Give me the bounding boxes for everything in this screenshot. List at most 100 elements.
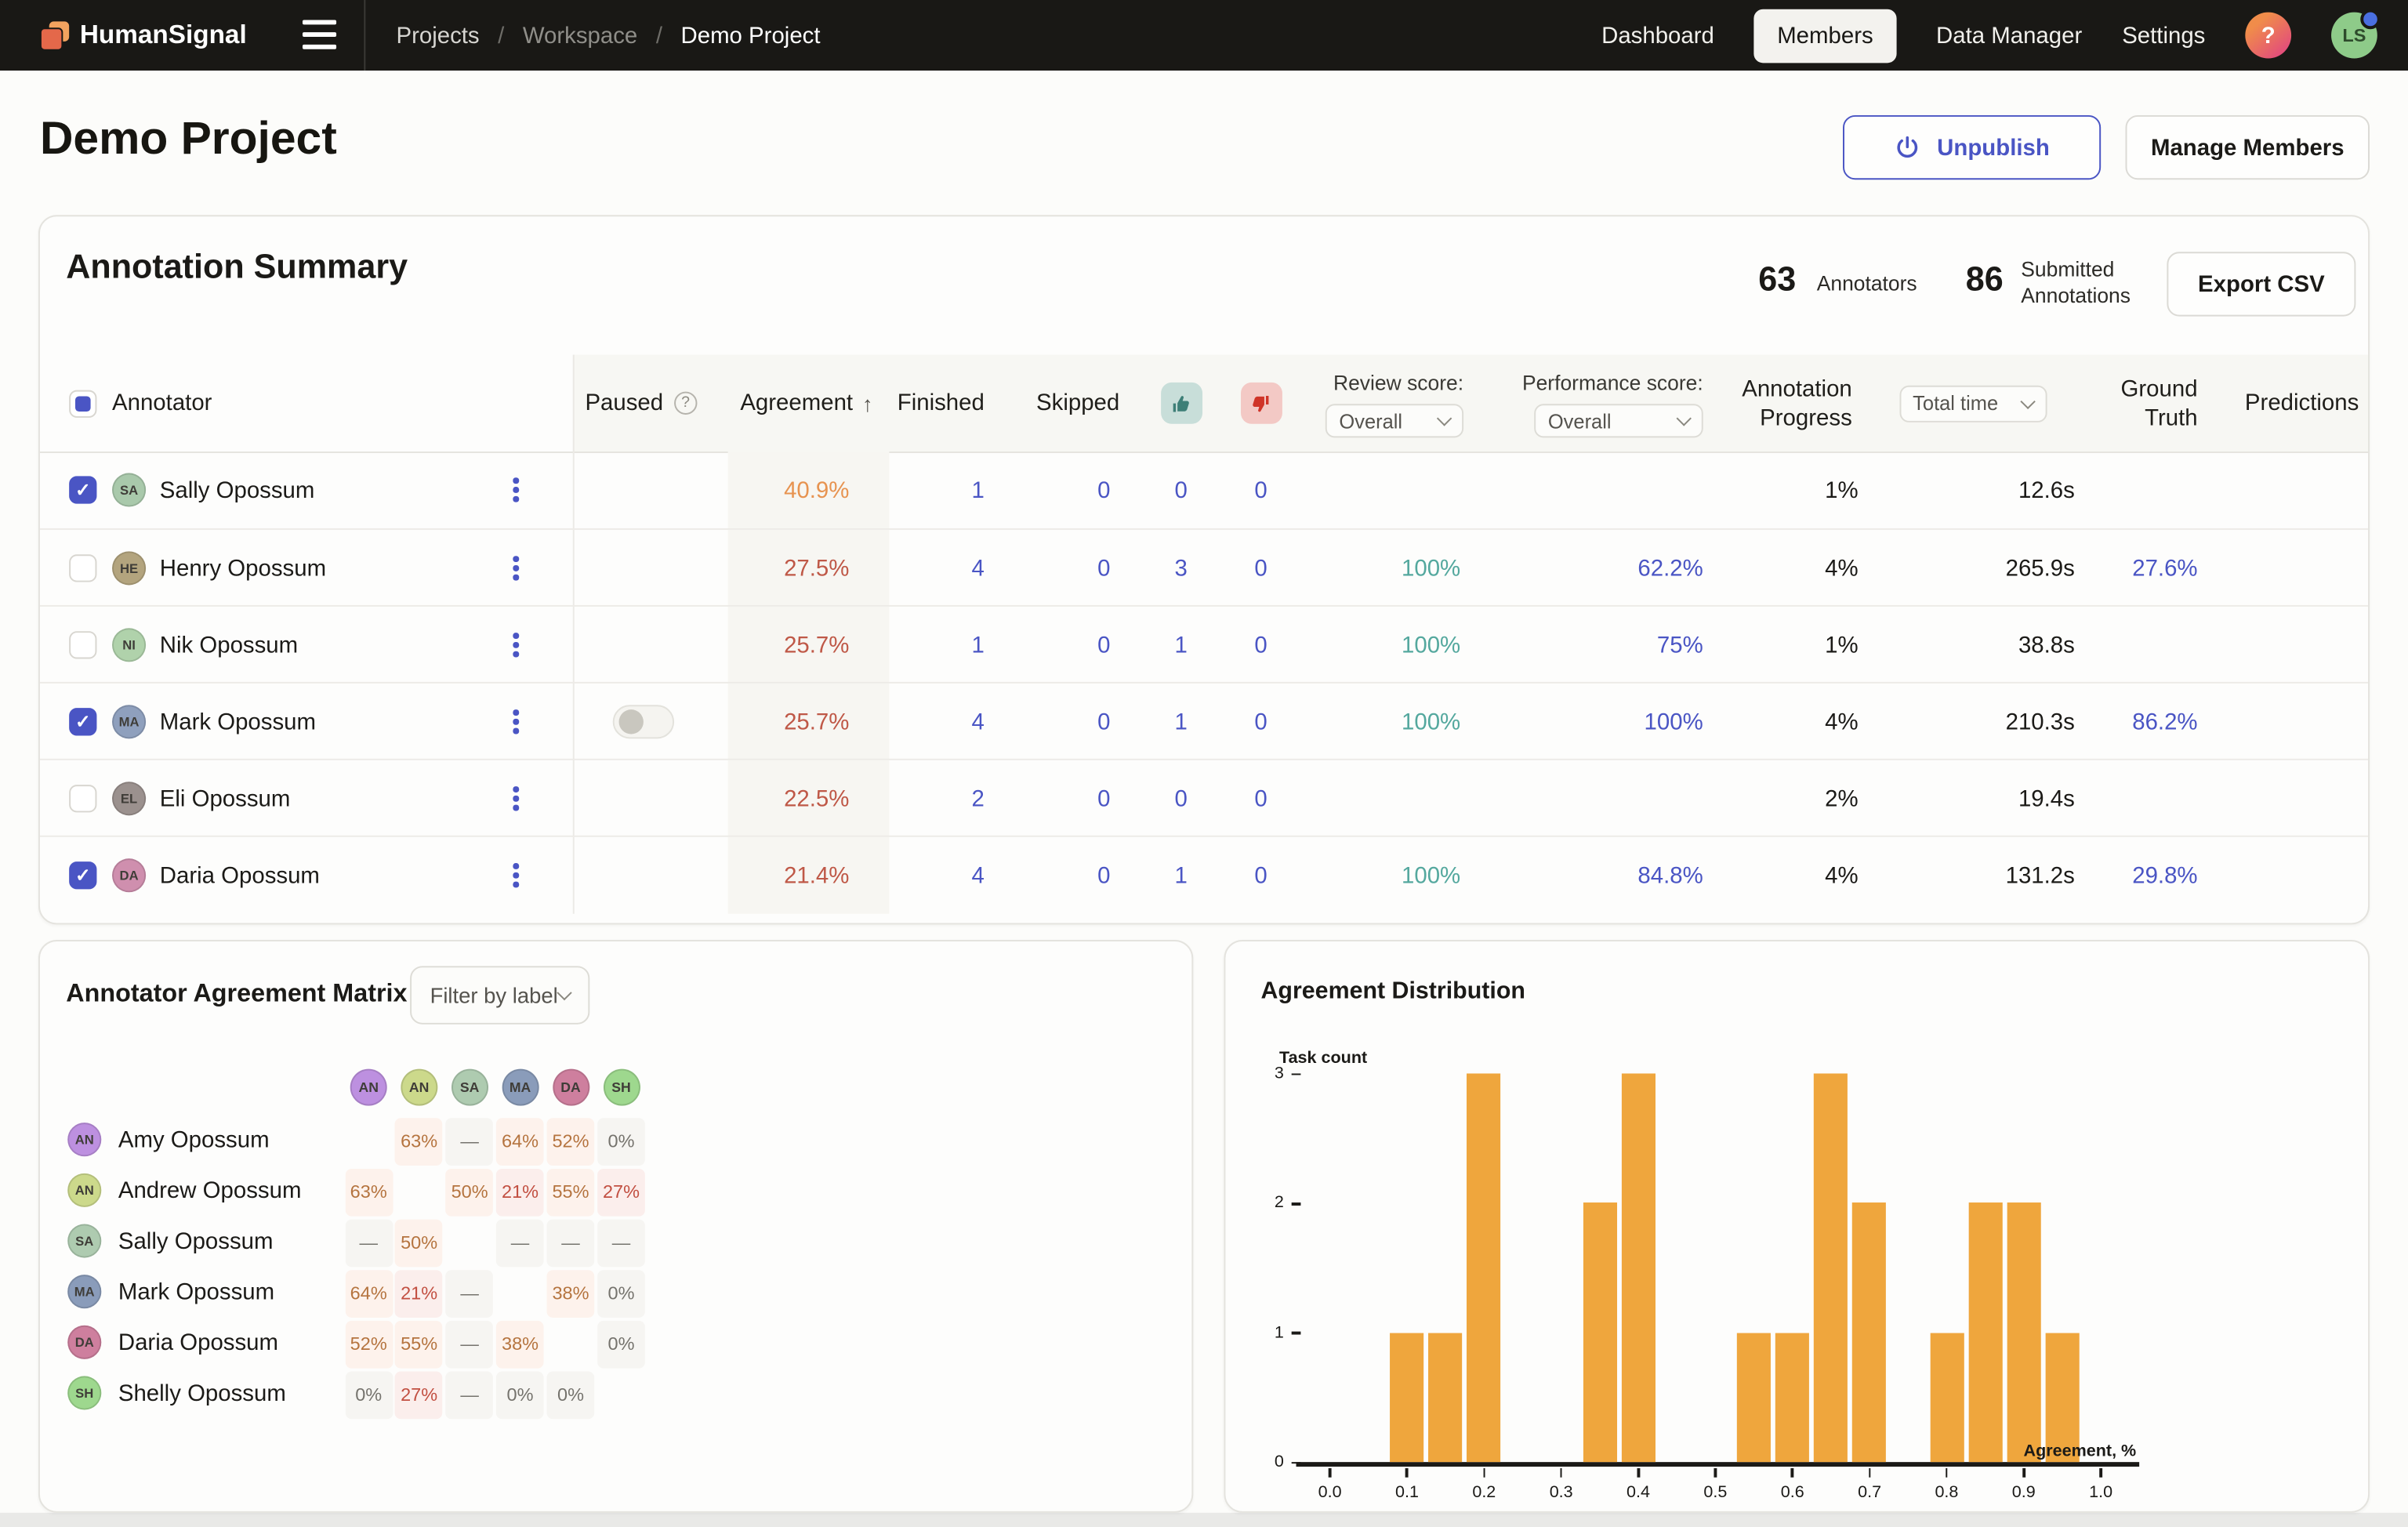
skipped-cell: 0	[1015, 607, 1141, 684]
rejected-column-thumbs-down-icon[interactable]	[1240, 383, 1282, 424]
paused-toggle[interactable]	[613, 705, 674, 738]
row-checkbox[interactable]	[69, 554, 96, 582]
paused-cell	[573, 607, 728, 684]
nav-item-members[interactable]: Members	[1754, 9, 1896, 63]
row-checkbox[interactable]: ✓	[69, 708, 96, 735]
matrix-column-avatar: AN	[350, 1069, 387, 1106]
matrix-cell: 0%	[345, 1371, 393, 1419]
x-tick-label: 0.3	[1531, 1484, 1592, 1503]
row-menu-kebab-icon[interactable]	[506, 550, 527, 586]
histogram-bar	[1622, 1074, 1656, 1462]
column-paused[interactable]: Paused ?	[585, 355, 697, 452]
row-checkbox[interactable]	[69, 785, 96, 812]
row-menu-kebab-icon[interactable]	[506, 703, 527, 740]
matrix-row-name: Amy Opossum	[118, 1126, 270, 1152]
agreement-cell: 25.7%	[728, 684, 890, 760]
column-finished[interactable]: Finished	[889, 355, 1015, 452]
rejected-cell: 0	[1221, 607, 1301, 684]
x-tick	[2022, 1468, 2025, 1478]
row-menu-kebab-icon[interactable]	[506, 780, 527, 817]
matrix-cell: 55%	[547, 1168, 595, 1216]
annotation-summary-card: Annotation Summary 63 Annotators 86 Subm…	[38, 215, 2370, 924]
paused-help-icon[interactable]: ?	[674, 392, 697, 415]
select-all-checkbox[interactable]	[69, 390, 96, 417]
filter-by-label-dropdown[interactable]: Filter by label	[410, 966, 589, 1024]
x-tick	[1406, 1468, 1409, 1478]
accepted-cell: 1	[1141, 607, 1221, 684]
matrix-cell: 63%	[395, 1117, 443, 1165]
matrix-cell: 0%	[597, 1117, 645, 1165]
row-menu-kebab-icon[interactable]	[506, 857, 527, 894]
review-score-dropdown[interactable]: Overall	[1325, 404, 1463, 437]
row-menu-kebab-icon[interactable]	[506, 626, 527, 663]
brand[interactable]: HumanSignal	[40, 0, 247, 71]
column-performance-score: Performance score: Overall	[1479, 355, 1719, 452]
skipped-cell: 0	[1015, 452, 1141, 528]
column-agreement[interactable]: Agreement ↑	[740, 355, 872, 452]
nav-divider	[364, 0, 365, 71]
histogram-bar	[1467, 1074, 1501, 1462]
y-tick	[1292, 1461, 1301, 1464]
power-icon	[1894, 133, 1921, 161]
agreement-cell: 40.9%	[728, 452, 890, 528]
breadcrumb-projects[interactable]: Projects	[396, 22, 479, 48]
histogram-bar	[1814, 1074, 1848, 1462]
ground-truth-cell: 27.6%	[2078, 530, 2204, 607]
matrix-cell: 52%	[345, 1320, 393, 1368]
matrix-cell: —	[547, 1219, 595, 1267]
row-checkbox[interactable]	[69, 631, 96, 658]
matrix-row-avatar: SA	[67, 1224, 101, 1257]
matrix-column-avatar: SH	[603, 1069, 640, 1106]
skipped-cell: 0	[1015, 530, 1141, 607]
total-time-cell: 265.9s	[1867, 530, 2077, 607]
column-ground-truth[interactable]: Ground Truth	[2078, 355, 2204, 452]
ground-truth-cell: 29.8%	[2078, 837, 2204, 914]
hamburger-menu-icon[interactable]	[303, 20, 336, 49]
avatar: MA	[112, 705, 146, 738]
annotator-cell: ELEli Opossum	[40, 760, 573, 837]
review-score-cell	[1300, 452, 1478, 528]
annotator-name: Nik Opossum	[160, 632, 298, 658]
performance-score-cell: 100%	[1479, 684, 1719, 760]
review-score-cell: 100%	[1300, 607, 1478, 684]
column-annotation-progress[interactable]: Annotation Progress	[1718, 355, 1867, 452]
manage-members-button[interactable]: Manage Members	[2126, 115, 2370, 180]
review-score-cell: 100%	[1300, 837, 1478, 914]
predictions-cell	[2203, 760, 2370, 837]
progress-cell: 4%	[1718, 684, 1867, 760]
y-tick-label: 3	[1225, 1065, 1283, 1083]
x-tick-label: 0.1	[1376, 1484, 1438, 1503]
user-avatar[interactable]: LS	[2331, 13, 2377, 59]
help-icon[interactable]: ?	[2245, 13, 2291, 59]
x-tick-label: 0.9	[1993, 1484, 2054, 1503]
matrix-column-avatar: MA	[502, 1069, 539, 1106]
annotators-label: Annotators	[1817, 270, 1917, 296]
select-all-checkbox-cell: Annotator	[69, 355, 212, 452]
accepted-column-thumbs-up-icon[interactable]	[1160, 383, 1202, 424]
annotator-cell: HEHenry Opossum	[40, 530, 573, 607]
nav-item-settings[interactable]: Settings	[2122, 22, 2205, 48]
histogram-bar	[1968, 1203, 2002, 1462]
total-time-dropdown[interactable]: Total time	[1899, 385, 2047, 422]
column-predictions[interactable]: Predictions	[2203, 355, 2370, 452]
row-checkbox[interactable]: ✓	[69, 476, 96, 503]
breadcrumb-workspace[interactable]: Workspace	[523, 22, 637, 48]
performance-score-dropdown[interactable]: Overall	[1534, 404, 1703, 437]
finished-cell: 4	[889, 530, 1015, 607]
matrix-row-name: Shelly Opossum	[118, 1380, 286, 1405]
unpublish-button[interactable]: Unpublish	[1843, 115, 2101, 180]
submitted-label: Submitted Annotations	[2021, 256, 2131, 309]
nav-item-data-manager[interactable]: Data Manager	[1936, 22, 2082, 48]
column-skipped[interactable]: Skipped	[1015, 355, 1141, 452]
y-tick	[1292, 1202, 1301, 1206]
nav-item-dashboard[interactable]: Dashboard	[1601, 22, 1714, 48]
matrix-cell: —	[345, 1219, 393, 1267]
rejected-cell: 0	[1221, 684, 1301, 760]
performance-score-cell	[1479, 760, 1719, 837]
total-time-cell: 210.3s	[1867, 684, 2077, 760]
table-row: ELEli Opossum22.5%20002%19.4s	[40, 759, 2370, 837]
row-checkbox[interactable]: ✓	[69, 861, 96, 889]
export-csv-button[interactable]: Export CSV	[2167, 252, 2355, 316]
finished-cell: 4	[889, 684, 1015, 760]
row-menu-kebab-icon[interactable]	[506, 471, 527, 508]
